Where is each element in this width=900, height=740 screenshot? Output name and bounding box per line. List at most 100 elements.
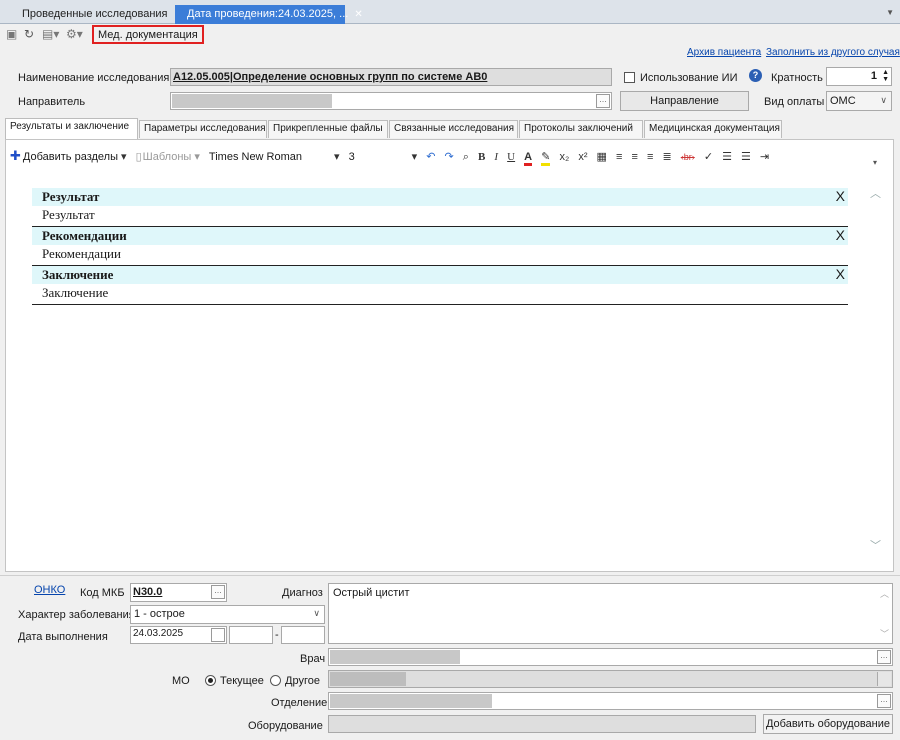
- font-color-icon[interactable]: A: [524, 151, 533, 166]
- tab-conclusion-protocols[interactable]: Протоколы заключений: [519, 120, 643, 138]
- patient-archive-link[interactable]: Архив пациента: [687, 47, 761, 58]
- add-sections-button[interactable]: Добавить разделы: [23, 151, 118, 163]
- sections-container: Результат X Результат Рекомендации X Рек…: [32, 188, 848, 305]
- find-icon[interactable]: ⌕: [463, 151, 469, 164]
- indent-icon[interactable]: ⇥: [760, 150, 769, 163]
- table-icon[interactable]: ▦: [597, 150, 607, 163]
- tab-study-parameters[interactable]: Параметры исследования: [139, 120, 267, 138]
- save-icon[interactable]: ▣: [6, 27, 17, 41]
- department-label: Отделение: [271, 697, 328, 709]
- chevron-down-icon: ∨: [880, 95, 887, 105]
- mo-other-radio[interactable]: [270, 675, 281, 686]
- execution-date-field[interactable]: 24.03.2025: [130, 626, 227, 644]
- redacted-value: [172, 94, 332, 108]
- mo-current-radio[interactable]: [205, 675, 216, 686]
- remove-section-icon[interactable]: X: [836, 266, 845, 282]
- direction-button[interactable]: Направление: [620, 91, 749, 111]
- execution-date-value: 24.03.2025: [133, 628, 184, 639]
- numbered-list-icon[interactable]: ☰: [722, 150, 732, 163]
- doctor-field[interactable]: …: [328, 648, 893, 666]
- bullet-list-icon[interactable]: ☰: [741, 150, 751, 163]
- section-body[interactable]: Результат: [32, 206, 848, 226]
- scroll-down-icon[interactable]: ﹀: [880, 627, 889, 640]
- tab-study-date[interactable]: Дата проведения:24.03.2025, ... ✕: [175, 5, 363, 24]
- mkb-code-field[interactable]: N30.0 …: [130, 583, 227, 602]
- fill-from-other-case-link[interactable]: Заполнить из другого случая: [766, 47, 900, 58]
- scroll-up-icon[interactable]: ︿: [880, 587, 889, 600]
- mkb-code-label: Код МКБ: [80, 587, 125, 599]
- add-equipment-button[interactable]: Добавить оборудование: [763, 714, 893, 734]
- font-size-select[interactable]: 3: [349, 151, 409, 163]
- document-content[interactable]: Результат X Результат Рекомендации X Рек…: [24, 178, 857, 562]
- refresh-icon[interactable]: ↻: [24, 27, 34, 41]
- font-name-value: Times New Roman: [208, 151, 303, 163]
- bold-icon[interactable]: B: [478, 151, 485, 163]
- font-name-select[interactable]: Times New Roman: [209, 151, 331, 163]
- tab-conducted-studies[interactable]: Проведенные исследования: [10, 5, 176, 24]
- section-body[interactable]: Заключение: [32, 284, 848, 304]
- tab-medical-documentation[interactable]: Медицинская документация: [644, 120, 782, 138]
- time-start-field[interactable]: [229, 626, 273, 644]
- underline-icon[interactable]: U: [507, 151, 515, 163]
- dropdown-arrow-icon[interactable]: ▾: [412, 150, 418, 163]
- equipment-field[interactable]: [328, 715, 756, 733]
- align-right-icon[interactable]: ≡: [647, 151, 653, 163]
- add-icon[interactable]: ✚: [10, 148, 21, 164]
- superscript-icon[interactable]: x²: [578, 151, 587, 163]
- close-icon[interactable]: ✕: [354, 9, 362, 20]
- redo-icon[interactable]: ↷: [445, 150, 454, 163]
- chevron-down-icon: ∨: [313, 608, 320, 618]
- settings-icon[interactable]: ⚙▾: [66, 27, 83, 41]
- ai-usage-checkbox[interactable]: [624, 72, 635, 83]
- section-divider: [32, 304, 848, 305]
- multiplicity-stepper[interactable]: 1 ▲ ▼: [826, 67, 892, 86]
- med-documentation-button[interactable]: Мед. документация: [92, 25, 204, 44]
- tab-label: Результаты и заключение: [10, 121, 129, 132]
- chevron-down-icon[interactable]: ▼: [886, 8, 894, 17]
- print-icon[interactable]: ▤▾: [42, 27, 59, 41]
- align-left-icon[interactable]: ≡: [616, 151, 622, 163]
- calendar-icon[interactable]: [211, 628, 225, 642]
- ellipsis-icon[interactable]: …: [211, 585, 225, 599]
- toolbar-overflow-icon[interactable]: ▾: [873, 158, 877, 167]
- scroll-down-icon[interactable]: ﹀: [870, 537, 881, 553]
- time-end-field[interactable]: [281, 626, 325, 644]
- templates-button[interactable]: Шаблоны: [143, 151, 192, 163]
- ellipsis-icon[interactable]: …: [596, 94, 610, 108]
- ellipsis-icon[interactable]: …: [877, 694, 891, 708]
- study-name-field[interactable]: A12.05.005|Определение основных групп по…: [170, 68, 612, 86]
- tab-attached-files[interactable]: Прикрепленные файлы: [268, 120, 388, 138]
- dropdown-arrow-icon[interactable]: ▾: [121, 150, 127, 163]
- undo-icon[interactable]: ↶: [426, 150, 435, 163]
- templates-icon[interactable]: ▯: [136, 150, 142, 163]
- tab-label: Протоколы заключений: [524, 123, 633, 134]
- dropdown-arrow-icon[interactable]: ▾: [194, 150, 200, 163]
- tab-results-conclusion[interactable]: Результаты и заключение: [5, 118, 138, 139]
- study-name-label: Наименование исследования: [18, 72, 170, 84]
- remove-section-icon[interactable]: X: [836, 227, 845, 243]
- onko-link[interactable]: ОНКО: [34, 584, 65, 596]
- ellipsis-icon[interactable]: …: [877, 650, 891, 664]
- line-break-icon[interactable]: ‹br›: [681, 152, 695, 162]
- remove-section-icon[interactable]: X: [836, 188, 845, 204]
- spinner-arrows-icon[interactable]: ▲ ▼: [882, 69, 889, 83]
- align-justify-icon[interactable]: ≣: [662, 150, 671, 163]
- italic-icon[interactable]: I: [494, 151, 498, 163]
- section-body[interactable]: Рекомендации: [32, 245, 848, 265]
- diagnosis-textarea[interactable]: Острый цистит ︿ ﹀: [328, 583, 893, 644]
- referrer-field[interactable]: …: [170, 92, 612, 110]
- tab-label: Связанные исследования: [394, 123, 514, 134]
- spellcheck-icon[interactable]: ✓: [704, 150, 713, 163]
- mo-field[interactable]: [328, 670, 893, 688]
- dropdown-arrow-icon[interactable]: ▾: [334, 150, 340, 163]
- subscript-icon[interactable]: x₂: [559, 151, 569, 163]
- disease-character-select[interactable]: 1 - острое ∨: [130, 605, 325, 624]
- highlight-icon[interactable]: ✎: [541, 150, 551, 166]
- align-center-icon[interactable]: ≡: [632, 151, 638, 163]
- tab-label: Параметры исследования: [144, 123, 266, 134]
- tab-related-studies[interactable]: Связанные исследования: [389, 120, 518, 138]
- payment-type-select[interactable]: ОМС ∨: [826, 91, 892, 111]
- help-icon[interactable]: ?: [749, 69, 762, 82]
- scroll-up-icon[interactable]: ︿: [870, 185, 881, 201]
- department-field[interactable]: …: [328, 692, 893, 710]
